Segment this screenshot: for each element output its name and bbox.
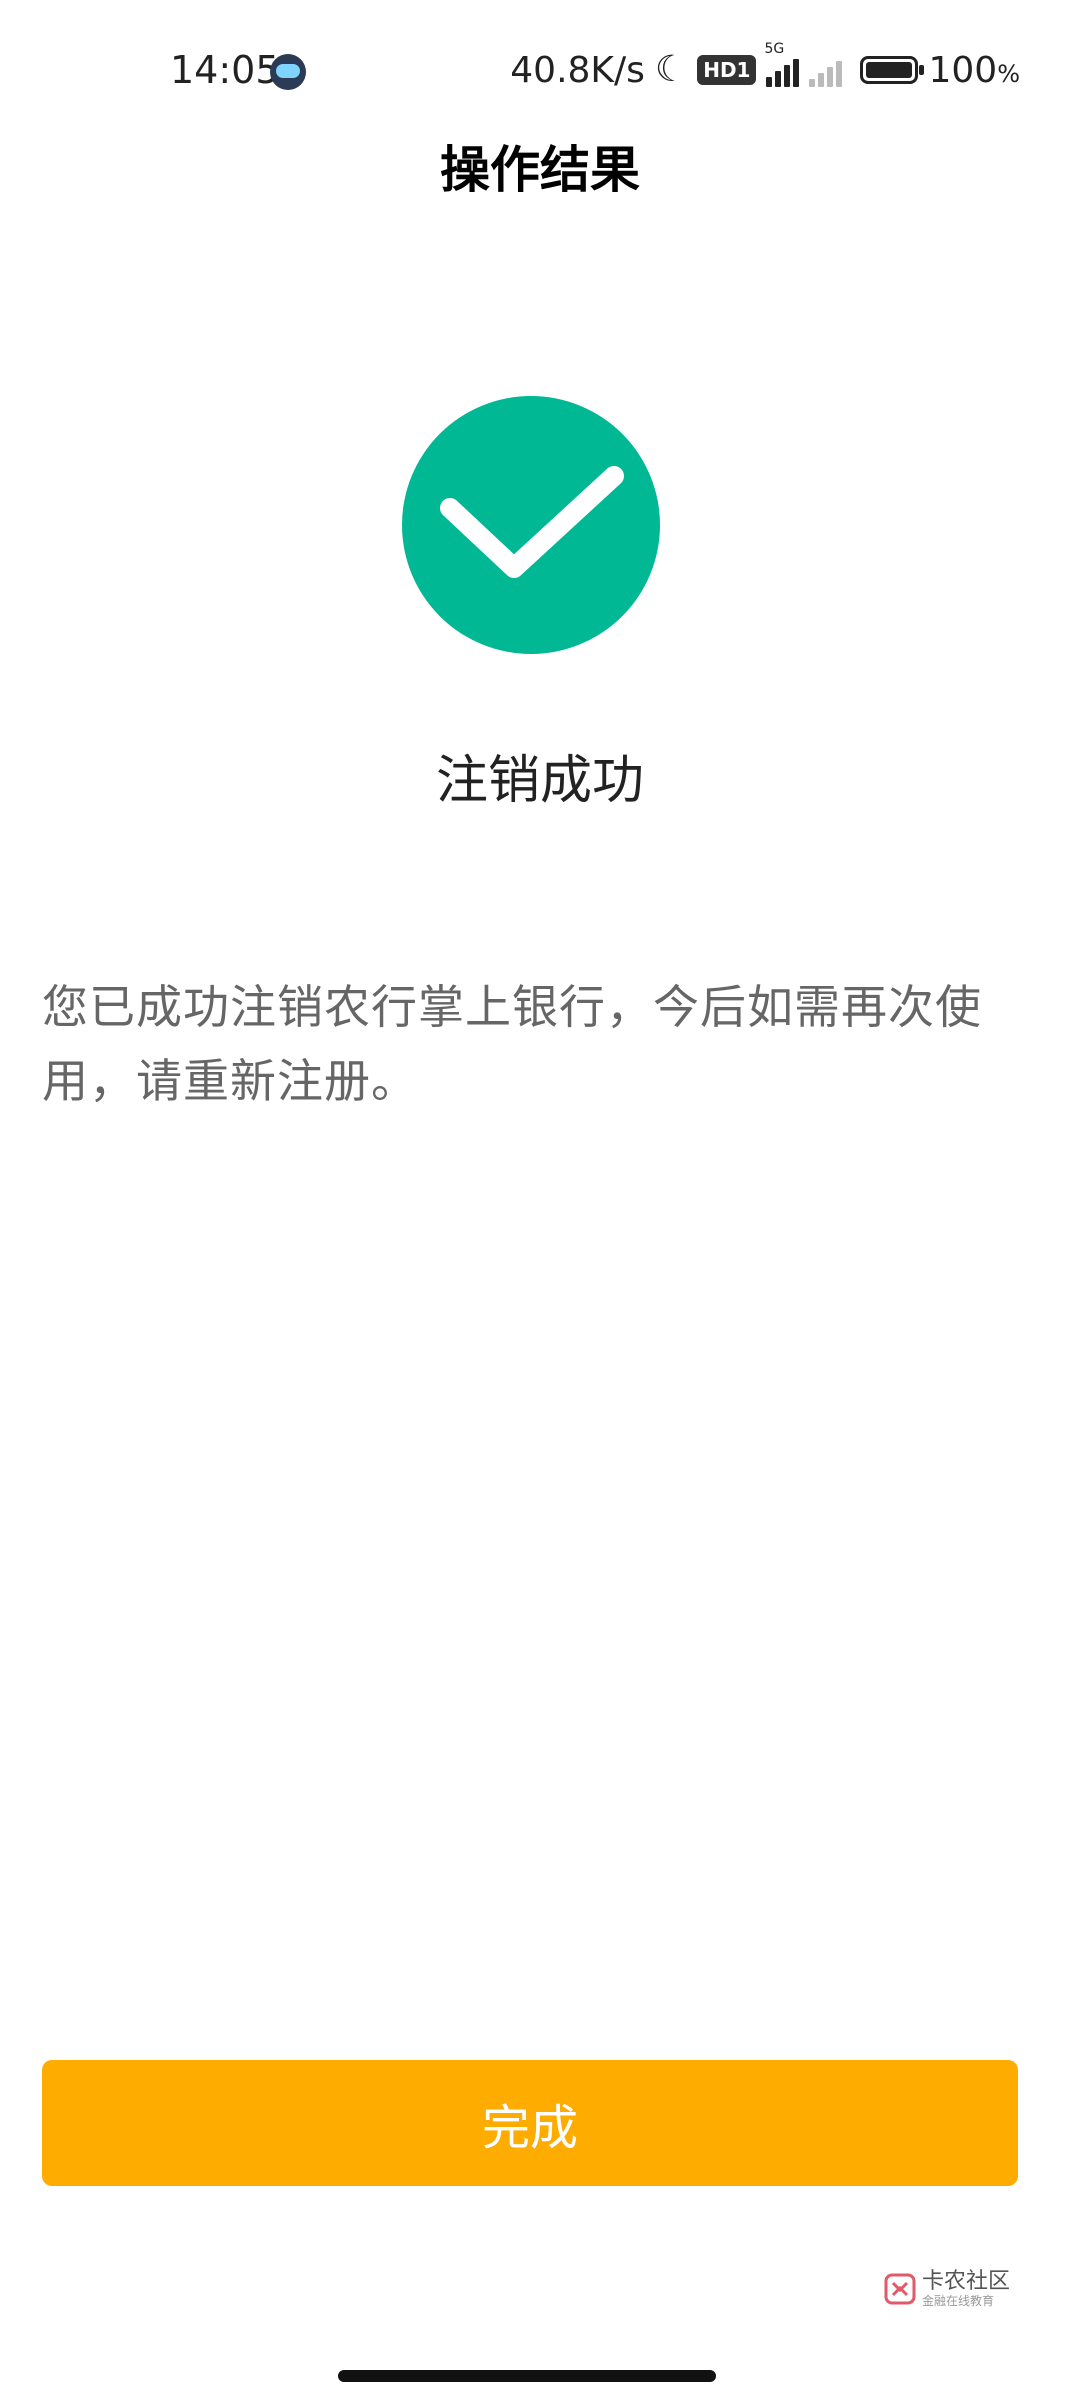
signal-strength-icon: 5G <box>764 41 800 87</box>
home-indicator[interactable] <box>338 2370 716 2382</box>
watermark-title: 卡农社区 <box>922 2269 1011 2294</box>
hd-badge: HD1 <box>697 55 757 85</box>
status-time: 14:05 <box>170 48 280 92</box>
page-title: 操作结果 <box>440 141 640 199</box>
status-bar: 14:05 40.8K/s ☾ HD1 5G 100% <box>0 0 1080 140</box>
done-button[interactable]: 完成 <box>42 2060 1018 2186</box>
battery-icon <box>860 56 925 84</box>
network-type-label: 5G <box>764 41 785 57</box>
result-title: 注销成功 <box>435 751 644 811</box>
check-circle-icon <box>402 396 660 654</box>
result-description: 您已成功注销农行掌上银行，今后如需再次使用，请重新注册。 <box>42 980 982 1108</box>
do-not-disturb-icon: ☾ <box>654 49 688 90</box>
app-notification-icon <box>270 54 306 90</box>
result-page: 14:05 40.8K/s ☾ HD1 5G 100% 操作结果 注销成功 您已… <box>0 0 1080 2400</box>
signal-strength-secondary-icon <box>809 53 843 87</box>
status-indicators: 40.8K/s ☾ HD1 5G 100% <box>510 41 1020 92</box>
network-speed: 40.8K/s <box>510 49 645 91</box>
kanong-logo-icon <box>884 2273 916 2305</box>
battery-percent: 100% <box>928 49 1020 91</box>
watermark: 卡农社区 金融在线教育 <box>884 2270 1010 2308</box>
watermark-subtitle: 金融在线教育 <box>922 2294 995 2308</box>
